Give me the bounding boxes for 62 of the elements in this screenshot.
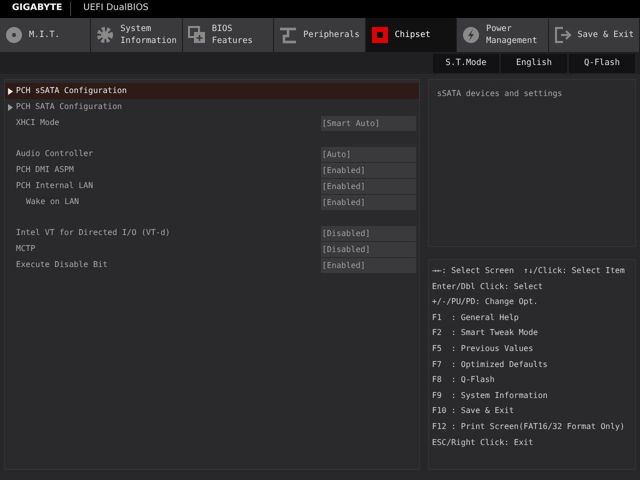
key-hint: F7 : Optimized Defaults [432, 358, 549, 371]
connector-icon [279, 26, 298, 44]
menu-tab[interactable]: Peripherals [274, 18, 366, 52]
setting-row[interactable]: PCH SATA Configuration [5, 99, 419, 115]
setting-value[interactable]: [Auto] [321, 146, 416, 162]
setting-label: XHCI Mode [16, 117, 60, 129]
key-hint: F12 : Print Screen(FAT16/32 Format Only) [432, 420, 626, 433]
setting-row[interactable]: Wake on LAN [Enabled] [5, 194, 419, 210]
setting-label: MCTP [16, 243, 36, 255]
key-hint: ESC/Right Click: Exit [432, 436, 534, 449]
app-title: UEFI DualBIOS [82, 2, 149, 16]
menu-tab[interactable]: M.I.T. [0, 18, 92, 52]
setting-label: PCH sSATA Configuration [16, 85, 127, 97]
setting-label: Wake on LAN [25, 196, 79, 208]
setting-row[interactable]: PCH sSATA Configuration [5, 83, 419, 99]
setting-value[interactable]: [Enabled] [321, 178, 416, 194]
setting-row[interactable]: MCTP [Disabled] [5, 241, 419, 257]
key-hint: +/-/PU/PD: Change Opt. [432, 296, 539, 308]
menu-tab[interactable]: Power Management [457, 18, 549, 52]
menu-tab[interactable]: Chipset [366, 18, 458, 52]
menu-tab[interactable]: System Information [91, 18, 183, 52]
setting-value[interactable]: [Enabled] [321, 162, 416, 178]
setting-label: PCH DMI ASPM [16, 164, 74, 176]
setting-value[interactable]: [Enabled] [321, 258, 416, 272]
triangle-icon [8, 88, 13, 94]
exit-icon [554, 26, 572, 44]
key-hint: F9 : System Information [432, 390, 549, 402]
menu-tab[interactable]: BIOS Features [182, 18, 274, 52]
setting-row[interactable]: Intel VT for Directed I/O (VT-d) [Disabled] [5, 225, 419, 241]
disc-icon [5, 26, 23, 44]
setting-label: PCH Internal LAN [16, 180, 94, 192]
setting-row[interactable]: XHCI Mode [Smart Auto] [5, 115, 419, 131]
setting-row[interactable]: Audio Controller [Auto] [5, 146, 419, 162]
key-hint: →←: Select Screen ↑↓/Click: Select Item [432, 265, 626, 277]
triangle-icon [8, 104, 13, 110]
chip-icon [188, 26, 206, 44]
toolbar-button[interactable]: S.T.Mode [433, 54, 499, 73]
settings-icon [96, 26, 114, 44]
toolbar-button[interactable]: Q-Flash [569, 54, 635, 73]
key-hint: F5 : Previous Values [432, 342, 534, 355]
key-hint: F2 : Smart Tweak Mode [432, 327, 539, 340]
setting-row[interactable]: Execute Disable Bit [Enabled] [5, 257, 419, 273]
setting-label: Execute Disable Bit [16, 259, 108, 271]
setting-value[interactable]: [Smart Auto] [321, 116, 416, 130]
setting-value[interactable]: [Disabled] [321, 226, 416, 240]
setting-row[interactable]: PCH Internal LAN [Enabled] [5, 178, 419, 194]
setting-value[interactable]: [Enabled] [321, 194, 416, 210]
setting-row[interactable]: PCH DMI ASPM [Enabled] [5, 162, 419, 178]
setting-label: Audio Controller [16, 148, 94, 160]
setting-label: PCH SATA Configuration [16, 101, 122, 113]
setting-label: Intel VT for Directed I/O (VT-d) [16, 227, 170, 239]
setting-value[interactable]: [Disabled] [321, 242, 416, 256]
chip-icon [370, 26, 389, 44]
menu-tab[interactable]: Save & Exit [548, 18, 640, 52]
key-hint: Enter/Dbl Click: Select [432, 280, 544, 293]
key-hint: F8 : Q-Flash [432, 374, 496, 386]
help-text: sSATA devices and settings [437, 89, 562, 98]
key-hint: F10 : Save & Exit [432, 405, 515, 418]
brand-logo: GIGABYTE [0, 2, 72, 16]
key-hint: F1 : General Help [432, 312, 520, 324]
lightning-icon [462, 26, 480, 44]
toolbar-button[interactable]: English [501, 54, 567, 73]
